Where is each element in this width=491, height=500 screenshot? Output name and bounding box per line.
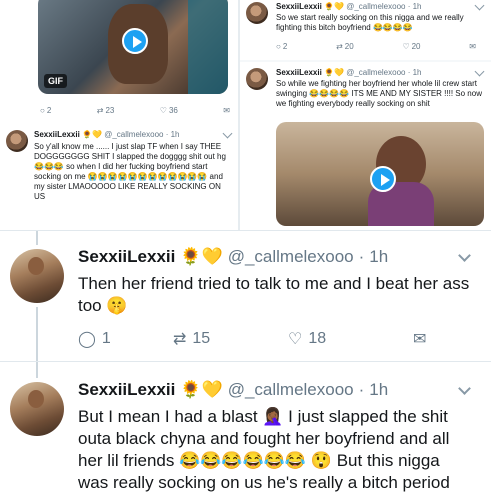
retweet-icon: ⇄: [336, 42, 343, 51]
chevron-down-icon[interactable]: [474, 0, 485, 11]
reply-count: 2: [46, 106, 52, 115]
author-name[interactable]: SexxiiLexxii: [78, 380, 175, 400]
chevron-down-icon[interactable]: [222, 128, 233, 139]
reply-icon: ○: [276, 42, 281, 51]
reply-icon: ○: [40, 106, 45, 115]
retweet-icon: ⇄: [96, 106, 104, 115]
reply-icon: ◯: [78, 331, 96, 348]
tweet[interactable]: SexxiiLexxii 🌻💛 @_callmelexooo · 1h But …: [0, 362, 491, 500]
timestamp[interactable]: 1h: [369, 380, 388, 400]
reply-button[interactable]: ○ 2: [40, 106, 51, 115]
author-name[interactable]: SexxiiLexxii: [276, 68, 322, 77]
author-handle[interactable]: @_callmelexooo: [228, 380, 354, 400]
author-name[interactable]: SexxiiLexxii: [34, 130, 80, 139]
retweet-count: 23: [105, 106, 115, 115]
like-count: 20: [411, 42, 421, 51]
tweet-text: So y'all know me ...... I just slap TF w…: [34, 142, 226, 201]
retweet-icon: ⇄: [173, 331, 187, 348]
reply-button[interactable]: ○ 2: [276, 42, 287, 51]
author-name[interactable]: SexxiiLexxii: [78, 247, 175, 267]
thread-line: [36, 231, 38, 245]
avatar[interactable]: [10, 382, 64, 436]
avatar[interactable]: [6, 130, 28, 152]
name-badges: 🌻💛: [180, 247, 223, 266]
direct-message-button[interactable]: ✉: [413, 329, 426, 349]
gif-tweet-card[interactable]: GIF ○ 2 ⇄ 23 ♡ 36 ✉: [0, 0, 238, 122]
tweet-actions: ○ 2 ⇄ 20 ♡ 20 ✉: [276, 42, 476, 51]
retweet-count: 15: [192, 330, 211, 347]
avatar[interactable]: [246, 68, 268, 90]
share-icon: ✉: [223, 106, 230, 115]
chevron-down-icon[interactable]: [458, 249, 471, 262]
like-button[interactable]: ♡ 18: [288, 329, 413, 349]
timestamp[interactable]: 1h: [369, 247, 388, 267]
like-button[interactable]: ♡ 36: [160, 106, 178, 115]
retweet-button[interactable]: ⇄ 15: [173, 329, 288, 349]
gif-tweet-actions: ○ 2 ⇄ 23 ♡ 36 ✉: [40, 106, 230, 115]
author-handle[interactable]: @_callmelexooo · 1h: [346, 68, 421, 77]
avatar[interactable]: [10, 249, 64, 303]
retweet-count: 20: [344, 42, 354, 51]
mini-author: SexxiiLexxii 🌻💛 @_callmelexooo · 1h: [276, 2, 422, 11]
author-handle[interactable]: @_callmelexooo · 1h: [104, 130, 179, 139]
tweet-text: But I mean I had a blast 🤦🏾‍♀️ I just sl…: [78, 407, 450, 492]
heart-icon: ♡: [402, 42, 410, 51]
chevron-down-icon[interactable]: [474, 66, 485, 77]
thread-line: [36, 307, 38, 361]
author-handle[interactable]: @_callmelexooo: [228, 247, 354, 267]
separator: ·: [358, 247, 365, 266]
mini-author: SexxiiLexxii 🌻💛 @_callmelexooo · 1h: [276, 68, 422, 77]
heart-icon: ♡: [288, 331, 303, 348]
name-badges: 🌻💛: [180, 380, 223, 399]
play-icon[interactable]: [370, 166, 396, 192]
envelope-icon: ✉: [413, 331, 427, 348]
mini-author: SexxiiLexxii 🌻💛 @_callmelexooo · 1h: [34, 130, 180, 139]
collage-tweet-right-top[interactable]: SexxiiLexxii 🌻💛 @_callmelexooo · 1h So w…: [240, 0, 491, 60]
separator: ·: [358, 380, 365, 399]
tweet-text: So we start really socking on this nigga…: [276, 13, 464, 32]
tweet-header: SexxiiLexxii 🌻💛 @_callmelexooo · 1h: [78, 247, 388, 267]
heart-icon: ♡: [159, 106, 167, 115]
reply-button[interactable]: ◯ 1: [78, 329, 173, 349]
like-count: 18: [308, 330, 327, 347]
like-count: 36: [168, 106, 178, 115]
reply-count: 1: [101, 330, 111, 347]
video-media[interactable]: [276, 122, 484, 226]
tweet-actions: ◯ 1 ⇄ 15 ♡ 18 ✉: [78, 329, 478, 349]
gif-badge: GIF: [44, 74, 67, 88]
author-name[interactable]: SexxiiLexxii: [276, 2, 322, 11]
avatar[interactable]: [246, 2, 268, 24]
tweet[interactable]: SexxiiLexxii 🌻💛 @_callmelexooo · 1h Then…: [0, 231, 491, 361]
tweet-text: So while we fighting her boyfriend her w…: [276, 79, 482, 108]
thread-line: [36, 362, 38, 378]
collage-divider: [238, 0, 240, 230]
tweet-header: SexxiiLexxii 🌻💛 @_callmelexooo · 1h: [78, 380, 388, 400]
share-icon: ✉: [469, 42, 476, 51]
tweet-text: Then her friend tried to talk to me and …: [78, 274, 470, 315]
collage-tweet-left[interactable]: SexxiiLexxii 🌻💛 @_callmelexooo · 1h So y…: [0, 122, 238, 230]
retweet-button[interactable]: ⇄ 23: [97, 106, 115, 115]
screenshot-collage: GIF ○ 2 ⇄ 23 ♡ 36 ✉ SexxiiLexxii 🌻💛 @_callm…: [0, 0, 491, 230]
play-icon[interactable]: [122, 28, 148, 54]
author-handle[interactable]: @_callmelexooo · 1h: [346, 2, 421, 11]
collage-tweet-right-bottom[interactable]: SexxiiLexxii 🌻💛 @_callmelexooo · 1h So w…: [240, 62, 491, 230]
chevron-down-icon[interactable]: [458, 382, 471, 395]
share-button[interactable]: ✉: [469, 42, 476, 51]
reply-count: 2: [282, 42, 288, 51]
retweet-button[interactable]: ⇄ 20: [336, 42, 354, 51]
like-button[interactable]: ♡ 20: [402, 42, 420, 51]
share-button[interactable]: ✉: [223, 106, 230, 115]
gif-media[interactable]: GIF: [38, 0, 228, 94]
